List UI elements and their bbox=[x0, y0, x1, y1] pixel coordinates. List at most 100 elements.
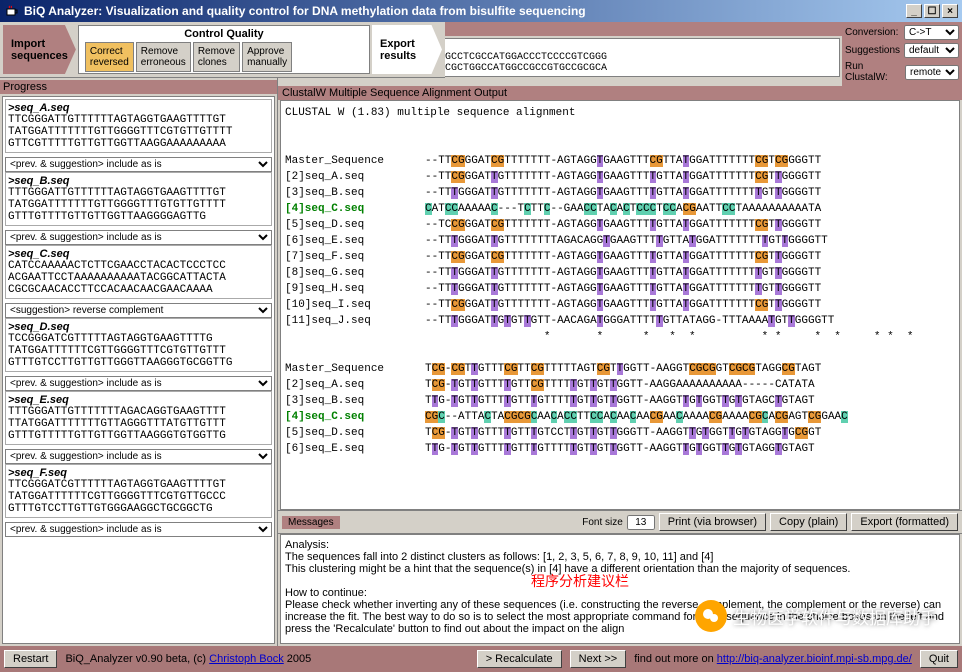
alignment-line: [5]seq_D.seqTCG-TGTTGTTTTGTTTGTCCTTGTTGT… bbox=[285, 425, 955, 441]
app-icon bbox=[4, 3, 20, 19]
alignment-line: [4]seq_C.seqCATCCAAAAAC---TCTTC--GAACCTA… bbox=[285, 201, 955, 217]
alignment-line: [10]seq_I.seq--TTCGGGATTGTTTTTTT-AGTAGGT… bbox=[285, 297, 955, 313]
alignment-line: Master_SequenceTCG-CGTTGTTTCGTTCGTTTTTAG… bbox=[285, 361, 955, 377]
msg-clusters: The sequences fall into 2 distinct clust… bbox=[285, 551, 955, 563]
sequence-line: TTTGGGATTGTTTTTTTAGACAGGTGAAGTTTT bbox=[8, 406, 269, 418]
sequence-line: TTCGGGATTGTTTTTTAGTAGGTGAAGTTTTGT bbox=[8, 114, 269, 126]
next-button[interactable]: Next >> bbox=[570, 650, 627, 668]
author-link[interactable]: Christoph Bock bbox=[209, 653, 284, 665]
sequence-item: >seq_C.seqCATCCAAAAACTCTTCGAACCTACACTCCC… bbox=[5, 245, 272, 299]
nav-export[interactable]: Export results bbox=[372, 25, 442, 74]
conversion-select[interactable]: C->T bbox=[904, 25, 959, 40]
sequence-line: GTTTGTCCTTGTTGTGGGAAGGCTGCGGCTG bbox=[8, 503, 269, 515]
print-button[interactable]: Print (via browser) bbox=[659, 513, 766, 531]
alignment-line: [7]seq_F.seq--TTCGGGATCGTTTTTTT-AGTAGGTG… bbox=[285, 249, 955, 265]
minimize-button[interactable]: _ bbox=[906, 4, 922, 18]
conversion-label: Conversion: bbox=[845, 27, 898, 38]
sequence-action-select[interactable]: <prev. & suggestion> include as is bbox=[5, 449, 272, 464]
sequence-line: ACGAATTCCTAAAAAAAAAATACGGCATTACTA bbox=[8, 272, 269, 284]
alignment-line: [8]seq_G.seq--TTTGGGATTGTTTTTTT-AGTAGGTG… bbox=[285, 265, 955, 281]
alignment-line bbox=[285, 121, 955, 137]
sequence-line: TTTGGGATTGTTTTTTAGTAGGTGAAGTTTTGT bbox=[8, 187, 269, 199]
sequence-title: >seq_E.seq bbox=[8, 394, 269, 406]
sequence-line: CGCGCAACACCTTCCACAACAACGAACAAAA bbox=[8, 284, 269, 296]
cq-button-2[interactable]: Remove clones bbox=[193, 42, 240, 72]
sequence-line: TCCGGGATCGTTTTTAGTAGGTGAAGTTTTG bbox=[8, 333, 269, 345]
clustalw-label: Run ClustalW: bbox=[845, 61, 905, 83]
recalculate-button[interactable]: > Recalculate bbox=[477, 650, 562, 668]
sequence-line: TTATGGATTTTTTTGTTAGGGTTTATGTTGTTT bbox=[8, 418, 269, 430]
sequence-line: TATGGATTTTTTTGTTGGGGTTTGTGTTGTTTT bbox=[8, 199, 269, 211]
footer: Restart BiQ_Analyzer v0.90 beta, (c) Chr… bbox=[0, 646, 962, 672]
copy-button[interactable]: Copy (plain) bbox=[770, 513, 847, 531]
progress-label: Progress bbox=[0, 80, 277, 94]
clustalw-select[interactable]: remote bbox=[905, 65, 959, 80]
sequence-line: TATGGATTTTTTCGTTGGGGTTTCGTGTTGCCC bbox=[8, 491, 269, 503]
sequence-line: TTCGGGATCGTTTTTTAGTAGGTGAAGTTTTGT bbox=[8, 479, 269, 491]
suggestions-label: Suggestions bbox=[845, 45, 900, 56]
alignment-line: CLUSTAL W (1.83) multiple sequence align… bbox=[285, 105, 955, 121]
sequence-item: >seq_B.seqTTTGGGATTGTTTTTTAGTAGGTGAAGTTT… bbox=[5, 172, 272, 226]
sequence-line: GTTTGTTTTTGTTGTTGGTTAAGGGTGTGGTTG bbox=[8, 430, 269, 442]
alignment-line: [2]seq_A.seq--TTCGGGATTGTTTTTTT-AGTAGGTG… bbox=[285, 169, 955, 185]
alignment-output[interactable]: CLUSTAL W (1.83) multiple sequence align… bbox=[280, 100, 960, 510]
sequence-title: >seq_B.seq bbox=[8, 175, 269, 187]
alignment-line: [6]seq_E.seq--TTTGGGATTGTTTTTTTTAGACAGGT… bbox=[285, 233, 955, 249]
alignment-line: [3]seq_B.seqTTG-TGTTGTTTTGTTTGTTTTTGTTGT… bbox=[285, 393, 955, 409]
alignment-line: [2]seq_A.seqTCG-TGTTGTTTTGTTCGTTTTTGTTGT… bbox=[285, 377, 955, 393]
sequence-line: GTTTGTTTTGTTGTTGGTTAAGGGGAGTTG bbox=[8, 211, 269, 223]
alignment-heading: ClustalW Multiple Sequence Alignment Out… bbox=[278, 86, 962, 100]
options-panel: Conversion: C->T Suggestions default Run… bbox=[842, 22, 962, 86]
messages-panel[interactable]: Analysis: The sequences fall into 2 dist… bbox=[280, 534, 960, 644]
sequence-title: >seq_F.seq bbox=[8, 467, 269, 479]
alignment-line bbox=[285, 137, 955, 153]
annotation-overlay: 程序分析建议栏 bbox=[531, 571, 629, 591]
sequence-line: TATGGATTTTTTTGTTGGGGTTTCGTGTTGTTTT bbox=[8, 126, 269, 138]
homepage-link[interactable]: http://biq-analyzer.bioinf.mpi-sb.mpg.de… bbox=[717, 653, 912, 665]
msg-analysis: Analysis: bbox=[285, 539, 955, 551]
maximize-button[interactable]: ☐ bbox=[924, 4, 940, 18]
sequence-list[interactable]: >seq_A.seqTTCGGGATTGTTTTTTAGTAGGTGAAGTTT… bbox=[2, 96, 275, 644]
sequence-action-select[interactable]: <prev. & suggestion> include as is bbox=[5, 157, 272, 172]
alignment-line: [3]seq_B.seq--TTTGGGATTGTTTTTTT-AGTAGGTG… bbox=[285, 185, 955, 201]
alignment-line bbox=[285, 345, 955, 361]
alignment-line: [9]seq_H.seq--TTTGGGATTGTTTTTTT-AGTAGGTG… bbox=[285, 281, 955, 297]
msg-instructions: Please check whether inverting any of th… bbox=[285, 599, 955, 635]
close-button[interactable]: × bbox=[942, 4, 958, 18]
sequence-action-select[interactable]: <prev. & suggestion> include as is bbox=[5, 522, 272, 537]
sequence-item: >seq_E.seqTTTGGGATTGTTTTTTTAGACAGGTGAAGT… bbox=[5, 391, 272, 445]
window-title: BiQ Analyzer: Visualization and quality … bbox=[24, 4, 586, 18]
sequence-item: >seq_A.seqTTCGGGATTGTTTTTTAGTAGGTGAAGTTT… bbox=[5, 99, 272, 153]
sequence-item: >seq_D.seqTCCGGGATCGTTTTTAGTAGGTGAAGTTTT… bbox=[5, 318, 272, 372]
version-text: BiQ_Analyzer v0.90 beta, (c) Christoph B… bbox=[65, 653, 311, 665]
sequence-item: >seq_F.seqTTCGGGATCGTTTTTTAGTAGGTGAAGTTT… bbox=[5, 464, 272, 518]
cq-button-1[interactable]: Remove erroneous bbox=[136, 42, 191, 72]
sequence-title: >seq_C.seq bbox=[8, 248, 269, 260]
font-size-label: Font size bbox=[582, 517, 623, 528]
sequence-title: >seq_A.seq bbox=[8, 102, 269, 114]
more-info: find out more on http://biq-analyzer.bio… bbox=[634, 653, 912, 665]
alignment-line: [4]seq_C.seqCGC--ATTACTACGCGCAACACCTTCCA… bbox=[285, 409, 955, 425]
sequence-action-select[interactable]: <prev. & suggestion> include as is bbox=[5, 230, 272, 245]
cq-button-3[interactable]: Approve manually bbox=[242, 42, 292, 72]
export-button[interactable]: Export (formatted) bbox=[851, 513, 958, 531]
nav-control-quality: Control Quality Correct reversedRemove e… bbox=[78, 25, 370, 74]
sequence-title: >seq_D.seq bbox=[8, 321, 269, 333]
alignment-line: [11]seq_J.seq--TTTGGGATTGTGTTGTT-AACAGAT… bbox=[285, 313, 955, 329]
nav-import[interactable]: Import sequences bbox=[3, 25, 76, 74]
suggestions-select[interactable]: default bbox=[904, 43, 959, 58]
alignment-line: Master_Sequence--TTCGGGATCGTTTTTTT-AGTAG… bbox=[285, 153, 955, 169]
alignment-line: [5]seq_D.seq--TCCGGGATCGTTTTTTT-AGTAGGTG… bbox=[285, 217, 955, 233]
alignment-line: * * * * * * * * * * * * * bbox=[285, 329, 955, 345]
alignment-toolbar: Messages Font size Print (via browser) C… bbox=[278, 510, 962, 534]
font-size-input[interactable] bbox=[627, 515, 655, 530]
cq-button-0[interactable]: Correct reversed bbox=[85, 42, 134, 72]
sequence-action-select[interactable]: <suggestion> reverse complement bbox=[5, 303, 272, 318]
alignment-line: [6]seq_E.seqTTG-TGTTGTTTTGTTTGTTTTTGTTGT… bbox=[285, 441, 955, 457]
sequence-line: CATCCAAAAACTCTTCGAACCTACACTCCCTCC bbox=[8, 260, 269, 272]
restart-button[interactable]: Restart bbox=[4, 650, 57, 668]
quit-button[interactable]: Quit bbox=[920, 650, 958, 668]
sequence-line: GTTCGTTTTTGTTGTTGGTTAAGGAAAAAAAAA bbox=[8, 138, 269, 150]
sequence-line: GTTTGTCCTTGTTGTTGGGTTAAGGGTGCGGTTG bbox=[8, 357, 269, 369]
sequence-action-select[interactable]: <prev. & suggestion> include as is bbox=[5, 376, 272, 391]
